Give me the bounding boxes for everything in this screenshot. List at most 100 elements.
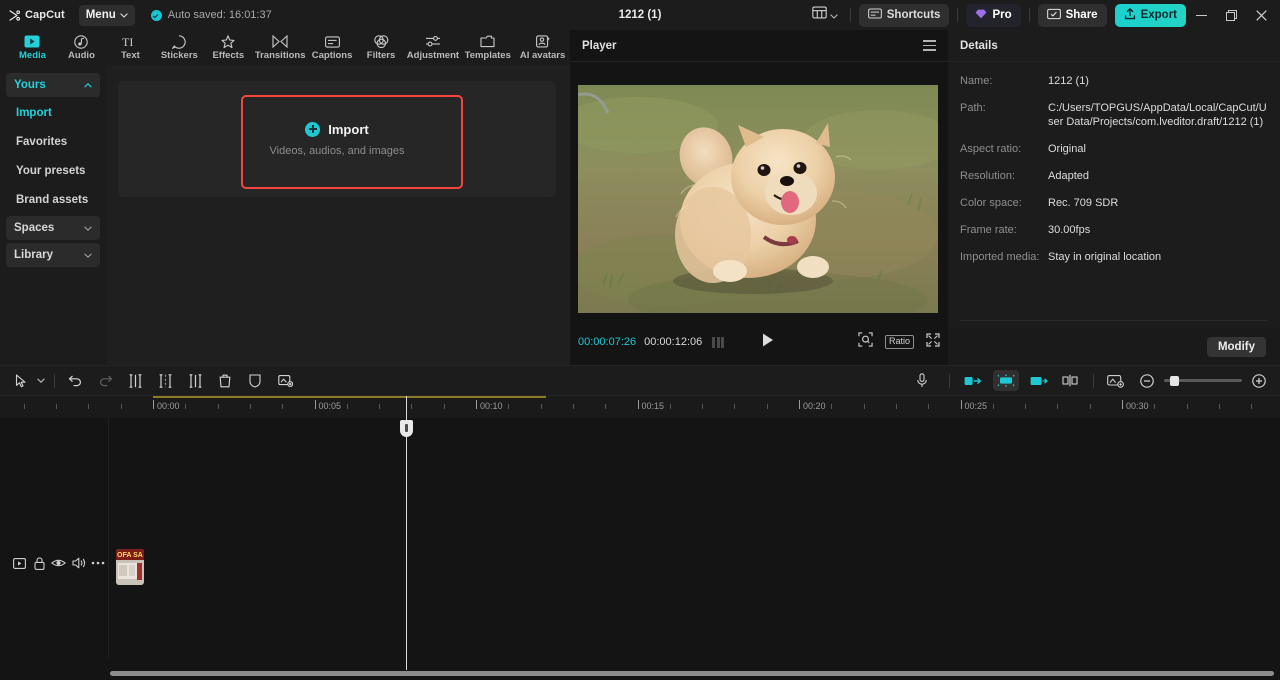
ruler-label: 00:15 xyxy=(641,401,665,411)
tab-text[interactable]: TI Text xyxy=(106,30,155,65)
tab-media[interactable]: Media xyxy=(8,30,57,65)
track-cover-thumbnail[interactable]: OFA SA xyxy=(116,549,144,585)
hamburger-icon[interactable] xyxy=(923,40,936,51)
menu-button[interactable]: Menu xyxy=(78,4,135,26)
sidebar-item-spaces[interactable]: Spaces xyxy=(6,216,100,240)
speaker-icon[interactable] xyxy=(69,553,89,573)
ruler-tick-minor xyxy=(88,404,90,409)
trash-icon[interactable] xyxy=(214,370,236,392)
timeline-scrollbar-thumb[interactable] xyxy=(110,671,1274,676)
zoom-in-icon[interactable] xyxy=(1248,370,1270,392)
detail-value: C:/Users/TOPGUS/AppData/Local/CapCut/Use… xyxy=(1048,102,1267,128)
trim-left-icon[interactable] xyxy=(154,370,176,392)
tab-captions[interactable]: Captions xyxy=(308,30,357,65)
ruler-tick-major xyxy=(153,400,154,409)
share-button[interactable]: Share xyxy=(1037,3,1107,27)
tab-stickers[interactable]: Stickers xyxy=(155,30,204,65)
sidebar-item-your-presets[interactable]: Your presets xyxy=(6,158,100,184)
detail-value: Original xyxy=(1048,143,1086,155)
tab-label: Effects xyxy=(212,49,245,61)
details-footer: Modify xyxy=(948,329,1280,365)
detail-row-aspect-ratio: Aspect ratio: Original xyxy=(960,142,1268,156)
sidebar-item-label: Your presets xyxy=(16,165,86,177)
tab-adjustment[interactable]: Adjustment xyxy=(406,30,461,65)
redo-icon[interactable] xyxy=(94,370,116,392)
ratio-button[interactable]: Ratio xyxy=(884,335,914,349)
more-icon[interactable] xyxy=(88,553,108,573)
ruler-tick-major xyxy=(960,400,962,409)
fullscreen-icon[interactable] xyxy=(926,332,940,352)
tab-transitions[interactable]: Transitions xyxy=(253,30,308,65)
sidebar-item-library[interactable]: Library xyxy=(6,243,100,267)
sidebar-item-yours[interactable]: Yours xyxy=(6,73,100,97)
split-clip-icon[interactable] xyxy=(1059,370,1081,392)
tab-templates[interactable]: Templates xyxy=(460,30,515,65)
shield-icon[interactable] xyxy=(244,370,266,392)
trim-right-icon[interactable] xyxy=(184,370,206,392)
timeline-scrollbar-track[interactable] xyxy=(110,671,1274,676)
tab-filters[interactable]: Filters xyxy=(357,30,406,65)
keyframe-icon[interactable] xyxy=(712,336,725,348)
divider xyxy=(1093,373,1094,388)
video-preview[interactable] xyxy=(578,85,938,313)
sidebar-item-import[interactable]: Import xyxy=(6,100,100,126)
modify-button[interactable]: Modify xyxy=(1206,337,1266,357)
share-label: Share xyxy=(1065,9,1098,21)
playhead-handle[interactable] xyxy=(400,420,413,437)
export-button[interactable]: Export xyxy=(1114,3,1186,27)
lock-icon[interactable] xyxy=(30,553,50,573)
timeline-ruler[interactable]: 00:00 00:05 00:10 00:15 00:20 00:25 00:30 xyxy=(0,396,1280,418)
layout-button[interactable] xyxy=(808,4,842,26)
sidebar-item-favorites[interactable]: Favorites xyxy=(6,129,100,155)
sidebar-item-brand-assets[interactable]: Brand assets xyxy=(6,187,100,213)
ruler-tick-minor xyxy=(1251,404,1253,409)
video-track-icon[interactable] xyxy=(10,553,30,573)
ruler-tick-minor xyxy=(572,404,574,409)
chevron-down-icon xyxy=(119,9,128,21)
effects-icon xyxy=(221,34,235,49)
detail-row-imported-media: Imported media: Stay in original locatio… xyxy=(960,250,1268,264)
ruler-label: 00:20 xyxy=(803,401,826,411)
adjustment-icon xyxy=(425,35,441,49)
zoom-out-icon[interactable] xyxy=(1136,370,1158,392)
tab-label: Text xyxy=(120,49,140,61)
undo-icon[interactable] xyxy=(64,370,86,392)
eye-icon[interactable] xyxy=(49,553,69,573)
mic-icon[interactable] xyxy=(911,370,933,392)
ruler-tick-minor xyxy=(702,404,704,409)
reframe-icon[interactable] xyxy=(960,370,986,391)
speed-icon[interactable] xyxy=(1026,370,1052,391)
ruler-label: 00:00 xyxy=(157,401,180,411)
play-button[interactable] xyxy=(762,333,774,352)
autosave-status: Auto saved: 16:01:37 xyxy=(150,9,272,21)
zoom-slider-handle[interactable] xyxy=(1170,375,1179,386)
sidebar-item-label: Import xyxy=(16,107,52,119)
split-icon[interactable] xyxy=(124,370,146,392)
maximize-button[interactable] xyxy=(1216,0,1246,30)
import-dropzone[interactable]: Import Videos, audios, and images xyxy=(118,81,556,197)
minimize-button[interactable] xyxy=(1186,0,1216,30)
sidebar-item-label: Brand assets xyxy=(16,194,89,206)
pro-button[interactable]: Pro xyxy=(966,3,1021,27)
detail-value: Stay in original location xyxy=(1048,251,1162,263)
import-subtitle: Videos, audios, and images xyxy=(269,144,405,157)
detail-value: Rec. 709 SDR xyxy=(1048,197,1119,209)
crop-icon[interactable] xyxy=(274,370,296,392)
ruler-tick-minor xyxy=(1057,404,1059,409)
cursor-icon[interactable] xyxy=(10,370,32,392)
ruler-tick-major xyxy=(314,400,316,409)
shortcuts-button[interactable]: Shortcuts xyxy=(858,3,950,27)
tab-effects[interactable]: Effects xyxy=(204,30,253,65)
cursor-dropdown-icon[interactable] xyxy=(34,370,48,392)
tab-ai-avatars[interactable]: AI avatars xyxy=(515,30,570,65)
close-button[interactable] xyxy=(1246,0,1276,30)
ruler-tick-major xyxy=(1122,400,1123,409)
preview-icon[interactable] xyxy=(1104,370,1126,392)
zoom-slider[interactable] xyxy=(1164,375,1242,386)
share-icon xyxy=(1046,8,1061,23)
zoom-fit-icon[interactable] xyxy=(858,332,873,352)
mixing-icon[interactable] xyxy=(993,370,1019,391)
tab-audio[interactable]: Audio xyxy=(57,30,106,65)
divider xyxy=(54,373,55,388)
sidebar-item-label: Yours xyxy=(14,79,46,91)
